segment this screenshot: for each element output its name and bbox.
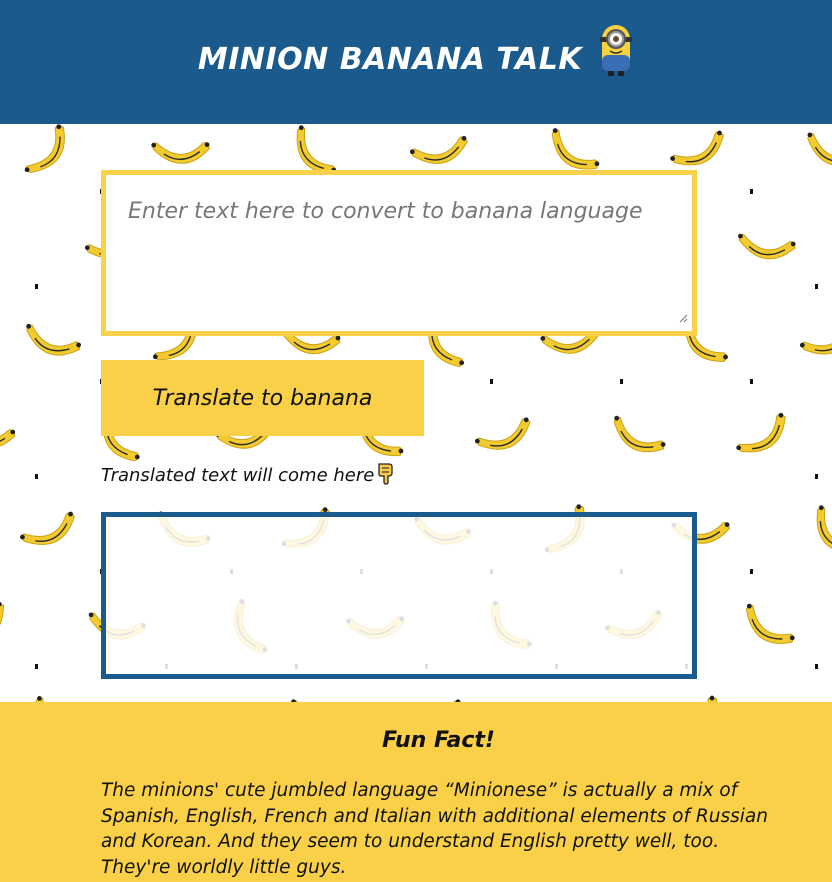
banana-decoration: [26, 323, 82, 356]
fun-fact-title: Fun Fact!: [382, 728, 495, 753]
translate-button[interactable]: Translate to banana: [101, 360, 424, 436]
banana-decoration: [20, 511, 75, 545]
banana-decoration: [745, 603, 795, 644]
text-input-container: [101, 170, 697, 336]
pointing-hand-icon: [376, 461, 396, 490]
pattern-dot: [35, 284, 38, 289]
pattern-dot: [750, 379, 753, 384]
banana-decoration: [674, 695, 718, 702]
banana-decoration: [0, 601, 5, 644]
banana-decoration: [0, 425, 16, 450]
resize-grip-icon[interactable]: [678, 308, 688, 327]
banana-decoration: [738, 233, 796, 260]
pattern-dot: [750, 189, 753, 194]
banana-decoration: [613, 415, 666, 453]
fun-fact-section: Fun Fact! The minions' cute jumbled lang…: [0, 702, 832, 882]
banana-decoration: [799, 323, 832, 355]
output-label: Translated text will come here: [101, 464, 375, 486]
banana-decoration: [24, 124, 65, 174]
banana-decoration: [0, 216, 2, 278]
header-bar: MINION BANANA TALK: [0, 0, 832, 124]
pattern-dot: [620, 379, 623, 384]
pattern-dot: [815, 284, 818, 289]
banana-decoration: [151, 142, 211, 164]
banana-decoration: [409, 135, 468, 164]
pattern-dot: [815, 664, 818, 669]
minion-icon: [598, 21, 634, 81]
pattern-dot: [750, 569, 753, 574]
pattern-dot: [815, 474, 818, 479]
banana-decoration: [412, 699, 463, 702]
pattern-dot: [35, 474, 38, 479]
banana-decoration: [816, 505, 832, 555]
pattern-dot: [490, 379, 493, 384]
text-input[interactable]: [106, 175, 692, 331]
output-label-row: Translated text will come here: [101, 461, 777, 489]
banana-decoration: [736, 412, 786, 453]
output-box: [101, 512, 697, 679]
fun-fact-body: The minions' cute jumbled language “Mini…: [101, 780, 768, 878]
banana-decoration: [35, 695, 76, 702]
pattern-dot: [35, 664, 38, 669]
app-title: MINION BANANA TALK: [197, 41, 583, 77]
banana-decoration: [807, 132, 832, 167]
banana-decoration: [474, 417, 531, 450]
